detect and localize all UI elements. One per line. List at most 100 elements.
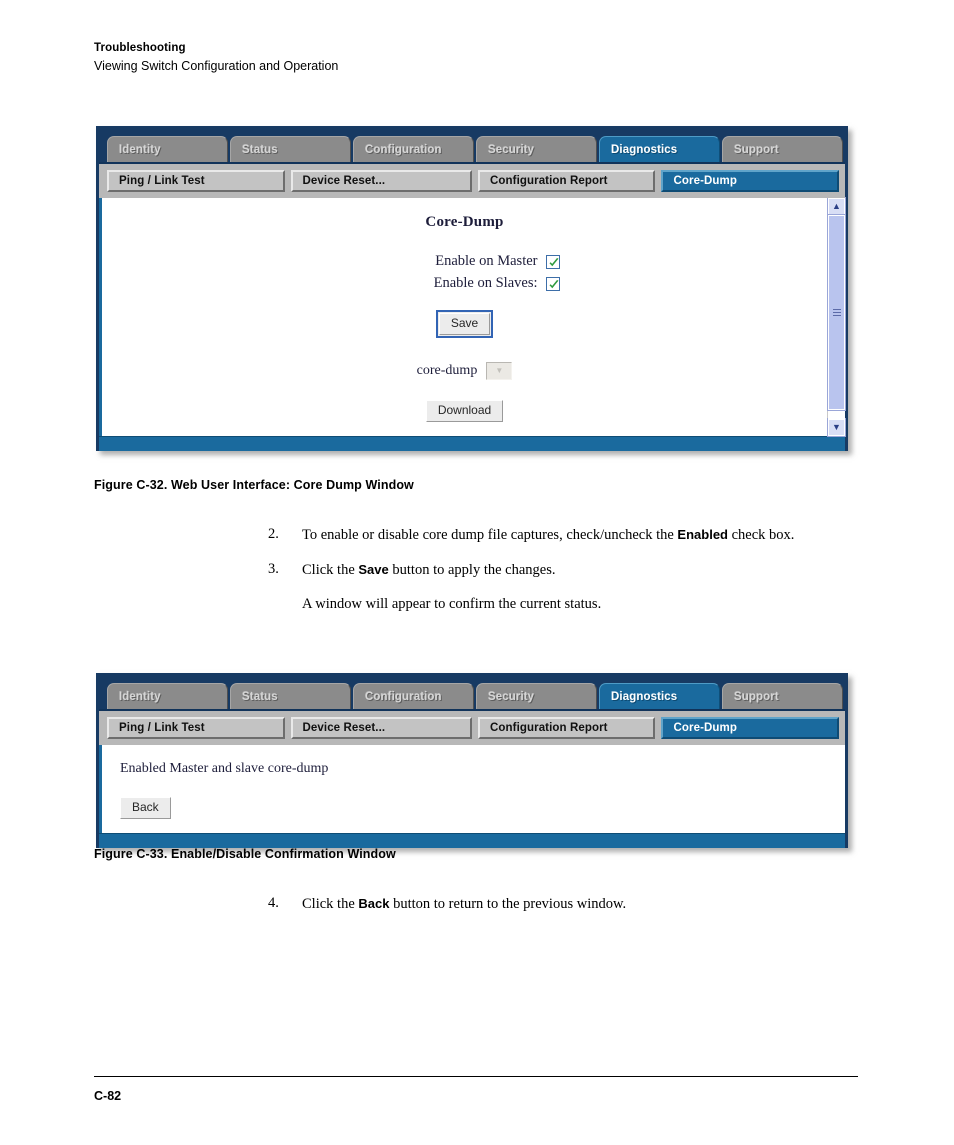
tab-support[interactable]: Support [722, 683, 843, 709]
subtab-ping-link-test[interactable]: Ping / Link Test [107, 717, 285, 739]
enable-on-slaves-label: Enable on Slaves: [433, 275, 538, 291]
subtab-configuration-report[interactable]: Configuration Report [477, 717, 656, 739]
tab-security[interactable]: Security [476, 136, 597, 162]
core-dump-file-select-row: core-dump ▼ [102, 362, 827, 380]
scroll-down-button[interactable]: ▼ [827, 418, 846, 437]
confirmation-window: Identity Status Configuration Security D… [96, 673, 848, 848]
window2-footer-bar [99, 833, 845, 848]
tab-support[interactable]: Support [722, 136, 843, 162]
tab-configuration-label: Configuration [365, 690, 442, 703]
window2-tabstrip: Identity Status Configuration Security D… [99, 676, 845, 709]
tab-status[interactable]: Status [230, 683, 351, 709]
page-number: C-82 [94, 1089, 122, 1103]
subtab-device-reset[interactable]: Device Reset... [290, 170, 472, 192]
save-button-focus-ring: Save [435, 310, 494, 338]
subtab-device-reset[interactable]: Device Reset... [290, 717, 472, 739]
tab-identity-label: Identity [119, 143, 161, 156]
window2-subtab-bar: Ping / Link Test Device Reset... Configu… [99, 709, 845, 745]
step-3: 3. Click the Save button to apply the ch… [268, 559, 858, 581]
step-2-emphasis: Enabled [677, 527, 728, 542]
step-3-text-before: Click the [302, 562, 359, 578]
step-2-text: To enable or disable core dump file capt… [302, 524, 858, 546]
step-3-text-after: button to apply the changes. [388, 562, 556, 578]
tab-configuration[interactable]: Configuration [353, 683, 474, 709]
download-button-wrap: Download [102, 400, 827, 422]
core-dump-file-select[interactable]: ▼ [486, 362, 513, 380]
step-3-note: A window will appear to confirm the curr… [302, 596, 602, 612]
step-3-emphasis: Save [358, 562, 389, 577]
running-header: Troubleshooting Viewing Switch Configura… [94, 40, 794, 75]
step-4-text-after: button to return to the previous window. [389, 896, 627, 912]
subtab-core-dump[interactable]: Core-Dump [661, 170, 839, 192]
figure-caption-c32: Figure C-32. Web User Interface: Core Du… [94, 478, 414, 492]
step-4-emphasis: Back [358, 896, 390, 911]
tab-status-label: Status [242, 690, 278, 703]
download-button[interactable]: Download [425, 400, 504, 422]
procedure-steps: 2. To enable or disable core dump file c… [268, 524, 858, 615]
procedure-step-4-wrap: 4. Click the Back button to return to th… [268, 893, 858, 928]
core-dump-window: Identity Status Configuration Security D… [96, 126, 848, 451]
subtab-core-dump[interactable]: Core-Dump [661, 717, 839, 739]
figure-caption-c33: Figure C-33. Enable/Disable Confirmation… [94, 847, 396, 861]
subtab-core-dump-label: Core-Dump [673, 722, 737, 734]
tab-identity[interactable]: Identity [107, 683, 228, 709]
window1-footer-bar [99, 436, 845, 451]
tab-security-label: Security [488, 690, 535, 703]
subtab-configuration-report[interactable]: Configuration Report [477, 170, 656, 192]
core-dump-heading: Core-Dump [425, 214, 504, 230]
back-button[interactable]: Back [120, 797, 171, 819]
core-dump-panel: Core-Dump Enable on Master Enable on Sla… [99, 197, 846, 437]
subtab-configuration-report-label: Configuration Report [489, 722, 608, 734]
confirmation-panel: Enabled Master and slave core-dump Back [99, 745, 845, 833]
tab-diagnostics[interactable]: Diagnostics [599, 683, 720, 709]
tab-configuration-label: Configuration [365, 143, 442, 156]
tab-status[interactable]: Status [230, 136, 351, 162]
step-4-text: Click the Back button to return to the p… [302, 893, 858, 915]
chevron-down-icon: ▼ [495, 366, 504, 375]
core-dump-form: Core-Dump Enable on Master Enable on Sla… [102, 198, 827, 436]
chevron-up-icon: ▲ [832, 201, 841, 211]
tab-diagnostics[interactable]: Diagnostics [599, 136, 720, 162]
vertical-scrollbar[interactable]: ▲ ▼ [827, 197, 846, 437]
tab-support-label: Support [734, 143, 779, 156]
tab-identity[interactable]: Identity [107, 136, 228, 162]
step-2-text-before: To enable or disable core dump file capt… [302, 527, 678, 543]
scrollbar-track[interactable] [827, 214, 846, 419]
tab-identity-label: Identity [119, 690, 161, 703]
tab-support-label: Support [734, 690, 779, 703]
tab-security[interactable]: Security [476, 683, 597, 709]
subtab-configuration-report-label: Configuration Report [489, 175, 608, 187]
step-2: 2. To enable or disable core dump file c… [268, 524, 858, 546]
step-2-text-after: check box. [728, 527, 795, 543]
back-button-wrap: Back [120, 797, 845, 819]
save-button[interactable]: Save [438, 313, 491, 335]
confirmation-body: Enabled Master and slave core-dump Back [102, 745, 845, 833]
running-header-title: Troubleshooting [94, 42, 186, 54]
subtab-ping-link-test-label: Ping / Link Test [119, 722, 205, 734]
enable-on-slaves-row: Enable on Slaves: [370, 275, 560, 292]
enable-on-master-checkbox[interactable] [545, 254, 560, 269]
step-4: 4. Click the Back button to return to th… [268, 893, 858, 915]
tab-diagnostics-label: Diagnostics [611, 690, 678, 703]
enable-on-master-label: Enable on Master [435, 253, 538, 269]
grip-icon [832, 307, 841, 318]
subtab-ping-link-test-label: Ping / Link Test [119, 175, 205, 187]
footer-divider [94, 1076, 858, 1077]
step-3-text: Click the Save button to apply the chang… [302, 559, 858, 581]
confirmation-message: Enabled Master and slave core-dump [120, 761, 329, 776]
tab-diagnostics-label: Diagnostics [611, 143, 678, 156]
subtab-device-reset-label: Device Reset... [302, 175, 386, 187]
window1-subtab-bar: Ping / Link Test Device Reset... Configu… [99, 162, 845, 198]
subtab-core-dump-label: Core-Dump [673, 175, 737, 187]
chevron-down-icon: ▼ [832, 422, 841, 432]
step-2-number: 2. [268, 526, 279, 542]
enable-on-slaves-checkbox[interactable] [545, 276, 560, 291]
check-icon [549, 257, 558, 266]
subtab-ping-link-test[interactable]: Ping / Link Test [107, 170, 285, 192]
scrollbar-thumb[interactable] [827, 214, 846, 411]
step-4-text-before: Click the [302, 896, 359, 912]
scroll-up-button[interactable]: ▲ [827, 197, 846, 216]
core-dump-checkbox-group: Enable on Master Enable on Slaves: [102, 253, 827, 292]
tab-configuration[interactable]: Configuration [353, 136, 474, 162]
running-header-subtitle: Viewing Switch Configuration and Operati… [94, 59, 339, 73]
